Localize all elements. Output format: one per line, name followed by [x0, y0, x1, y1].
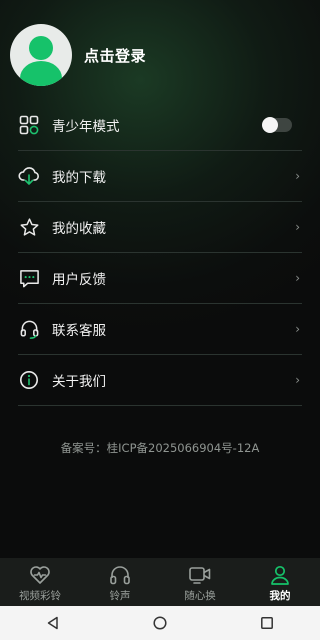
- person-icon: [269, 564, 291, 586]
- back-icon[interactable]: [33, 611, 73, 635]
- login-link[interactable]: 点击登录: [84, 45, 146, 66]
- home-icon[interactable]: [140, 611, 180, 635]
- bottom-tab-bar: 视频彩铃 铃声 随心换 我的: [0, 558, 320, 606]
- menu-label: 联系客服: [52, 323, 106, 339]
- menu-label: 关于我们: [52, 374, 106, 390]
- menu-label: 我的下载: [52, 170, 106, 186]
- tab-label: 铃声: [109, 590, 131, 602]
- tab-mine[interactable]: 我的: [240, 558, 320, 606]
- cloud-download-icon: [18, 165, 40, 187]
- heart-video-icon: [29, 564, 51, 586]
- tab-video-ringtone[interactable]: 视频彩铃: [0, 558, 80, 606]
- menu-item-about[interactable]: 关于我们 ›: [18, 355, 302, 406]
- menu-label: 我的收藏: [52, 221, 106, 237]
- video-camera-icon: [188, 564, 212, 586]
- info-icon: [18, 369, 40, 391]
- menu-item-support[interactable]: 联系客服 ›: [18, 304, 302, 355]
- message-icon: [18, 267, 40, 289]
- star-icon: [18, 216, 40, 238]
- chevron-right-icon: ›: [295, 169, 300, 183]
- tab-shuffle[interactable]: 随心换: [160, 558, 240, 606]
- tab-label: 我的: [269, 590, 291, 602]
- avatar[interactable]: [10, 24, 72, 86]
- recents-icon[interactable]: [247, 611, 287, 635]
- headset-icon: [18, 318, 40, 340]
- chevron-right-icon: ›: [295, 271, 300, 285]
- settings-menu: 青少年模式 我的下载 › 我的收藏 › 用户反馈 › 联系客服 › 关于我们 ›: [18, 100, 302, 406]
- grid-apps-icon: [18, 114, 40, 136]
- chevron-right-icon: ›: [295, 322, 300, 336]
- teen-mode-toggle[interactable]: [262, 117, 292, 133]
- profile-header[interactable]: 点击登录: [10, 23, 146, 87]
- menu-label: 用户反馈: [52, 272, 106, 288]
- chevron-right-icon: ›: [295, 220, 300, 234]
- tab-label: 随心换: [184, 590, 216, 602]
- menu-item-feedback[interactable]: 用户反馈 ›: [18, 253, 302, 304]
- menu-item-teen-mode[interactable]: 青少年模式: [18, 100, 302, 151]
- tab-ringtones[interactable]: 铃声: [80, 558, 160, 606]
- icp-record-text: 备案号：桂ICP备2025066904号-12A: [60, 441, 260, 455]
- chevron-right-icon: ›: [295, 373, 300, 387]
- system-nav-bar: [0, 606, 320, 640]
- tab-label: 视频彩铃: [19, 590, 61, 602]
- menu-item-favorites[interactable]: 我的收藏 ›: [18, 202, 302, 253]
- headphones-icon: [109, 564, 131, 586]
- menu-label: 青少年模式: [52, 119, 120, 135]
- menu-item-downloads[interactable]: 我的下载 ›: [18, 151, 302, 202]
